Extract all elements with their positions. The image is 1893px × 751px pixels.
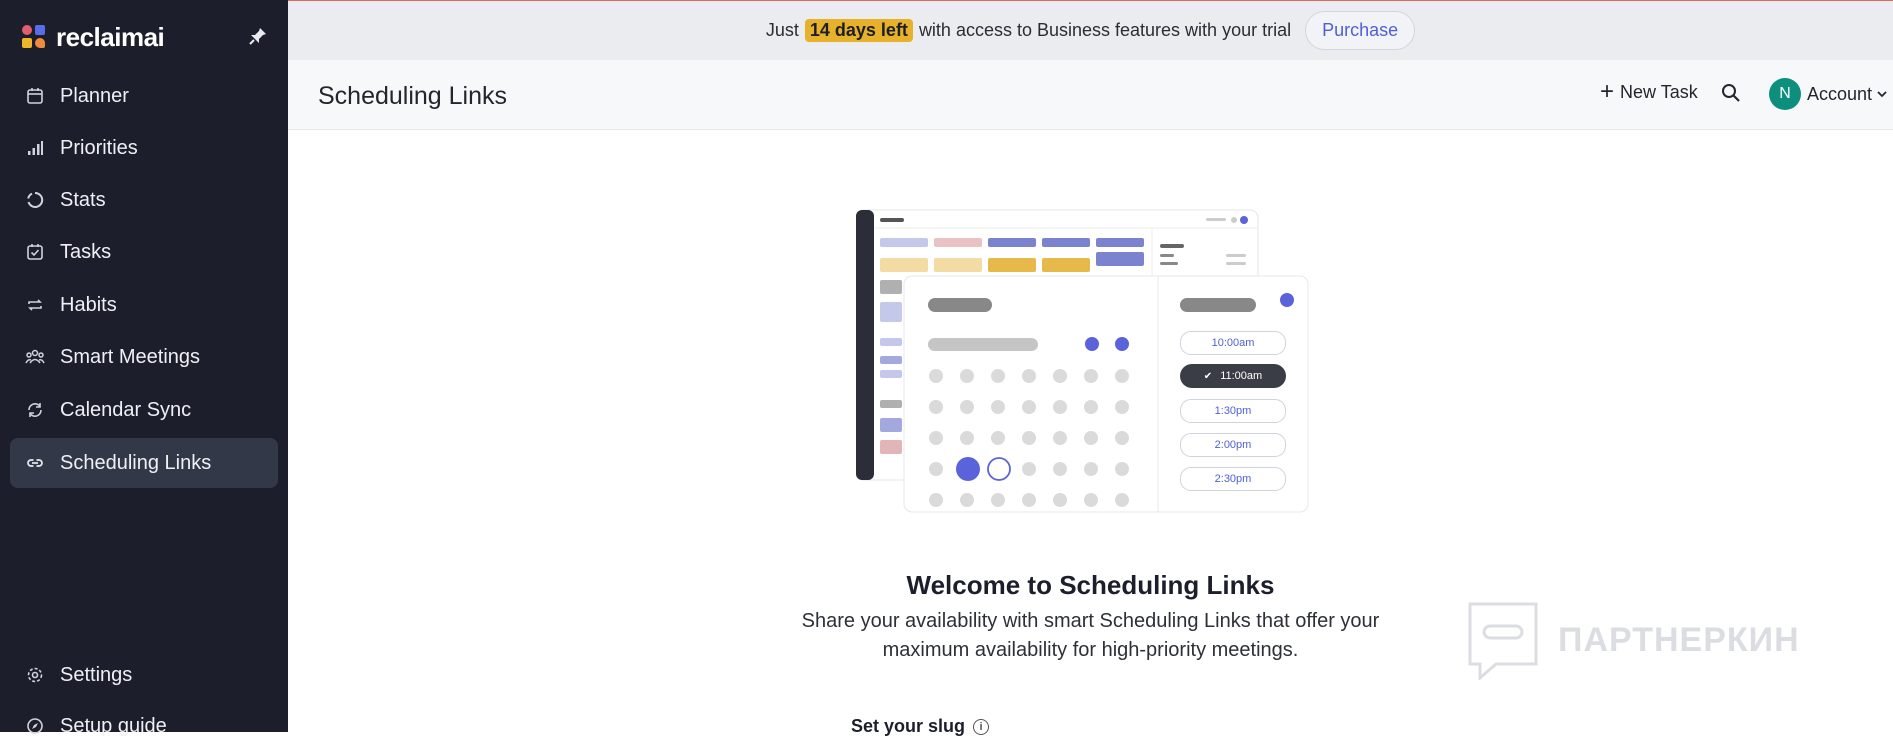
- reclaim-logo-icon: [22, 25, 46, 49]
- purchase-button[interactable]: Purchase: [1305, 11, 1416, 50]
- sidebar-item-scheduling-links[interactable]: Scheduling Links: [10, 438, 278, 488]
- account-label: Account: [1807, 83, 1873, 104]
- plus-icon: +: [1600, 78, 1615, 105]
- search-icon[interactable]: [1720, 82, 1744, 106]
- new-task-label: New Task: [1620, 81, 1698, 102]
- sidebar-item-habits[interactable]: Habits: [10, 280, 278, 330]
- welcome-description: Share your availability with smart Sched…: [801, 610, 1380, 661]
- stats-ring-icon: [25, 190, 45, 210]
- link-icon: [25, 453, 45, 473]
- main-content: 10:00am ✔ 11:00am 1:30pm 2:00pm 2:30pm W…: [288, 130, 1893, 736]
- sidebar-item-priorities[interactable]: Priorities: [10, 123, 278, 173]
- sidebar-item-label: Priorities: [60, 136, 138, 159]
- time-slot: 10:00am: [1180, 331, 1286, 355]
- sidebar-item-planner[interactable]: Planner: [10, 71, 278, 121]
- sidebar-item-label: Smart Meetings: [60, 345, 201, 368]
- brand-name: reclaimai: [56, 21, 165, 52]
- scheduling-illustration: 10:00am ✔ 11:00am 1:30pm 2:00pm 2:30pm: [855, 178, 1316, 518]
- compass-icon: [25, 716, 45, 736]
- calendar-icon: [25, 86, 45, 106]
- sidebar-item-label: Setup guide: [60, 714, 167, 737]
- gear-icon: [25, 665, 45, 685]
- sidebar-item-label: Settings: [60, 663, 133, 686]
- banner-suffix: with access to Business features with yo…: [918, 20, 1292, 40]
- brand-logo[interactable]: reclaimai: [22, 21, 165, 52]
- people-icon: [25, 347, 45, 367]
- checkbox-icon: [25, 242, 45, 262]
- sidebar-item-setup-guide[interactable]: Setup guide: [10, 701, 278, 751]
- watermark-logo-icon: [1468, 602, 1538, 680]
- sidebar-item-label: Habits: [60, 293, 117, 316]
- time-slot-label: 11:00am: [1220, 370, 1263, 382]
- time-slot: 1:30pm: [1180, 399, 1286, 423]
- sidebar-item-tasks[interactable]: Tasks: [10, 227, 278, 277]
- slug-label: Set your slug i: [851, 716, 990, 737]
- avatar: N: [1769, 78, 1801, 110]
- time-slot: 2:00pm: [1180, 433, 1286, 457]
- sidebar-item-label: Tasks: [60, 240, 112, 263]
- sidebar-item-label: Calendar Sync: [60, 398, 192, 421]
- sidebar-item-stats[interactable]: Stats: [10, 175, 278, 225]
- bar-chart-icon: [25, 138, 45, 158]
- new-task-button[interactable]: + New Task: [1600, 80, 1698, 104]
- account-menu[interactable]: N Account: [1769, 78, 1888, 110]
- sidebar-item-settings[interactable]: Settings: [10, 650, 278, 700]
- repeat-icon: [25, 295, 45, 315]
- page-title: Scheduling Links: [318, 82, 508, 110]
- sidebar-item-calendar-sync[interactable]: Calendar Sync: [10, 385, 278, 435]
- welcome-title: Welcome to Scheduling Links: [906, 570, 1275, 600]
- watermark-text: ПАРТНЕРКИН: [1558, 620, 1800, 659]
- watermark: ПАРТНЕРКИН: [1466, 600, 1800, 680]
- sidebar-item-label: Stats: [60, 188, 106, 211]
- time-slot-selected: ✔ 11:00am: [1180, 364, 1286, 388]
- sidebar-item-label: Scheduling Links: [60, 451, 212, 474]
- time-slot: 2:30pm: [1180, 467, 1286, 491]
- trial-banner: Just 14 days left with access to Busines…: [288, 0, 1893, 60]
- sidebar-item-smart-meetings[interactable]: Smart Meetings: [10, 332, 278, 382]
- sync-icon: [25, 400, 45, 420]
- page-header: Scheduling Links + New Task N Account: [288, 60, 1893, 130]
- banner-prefix: Just: [765, 20, 799, 40]
- chevron-down-icon: [1876, 84, 1888, 105]
- info-icon[interactable]: i: [973, 718, 990, 735]
- check-icon: ✔: [1203, 370, 1213, 382]
- slug-label-text: Set your slug: [851, 716, 966, 736]
- sidebar: reclaimai Planner Priorities Stats Tasks…: [0, 0, 288, 737]
- sidebar-item-label: Planner: [60, 84, 129, 107]
- pin-icon[interactable]: [248, 26, 268, 46]
- trial-days-badge: 14 days left: [804, 19, 913, 42]
